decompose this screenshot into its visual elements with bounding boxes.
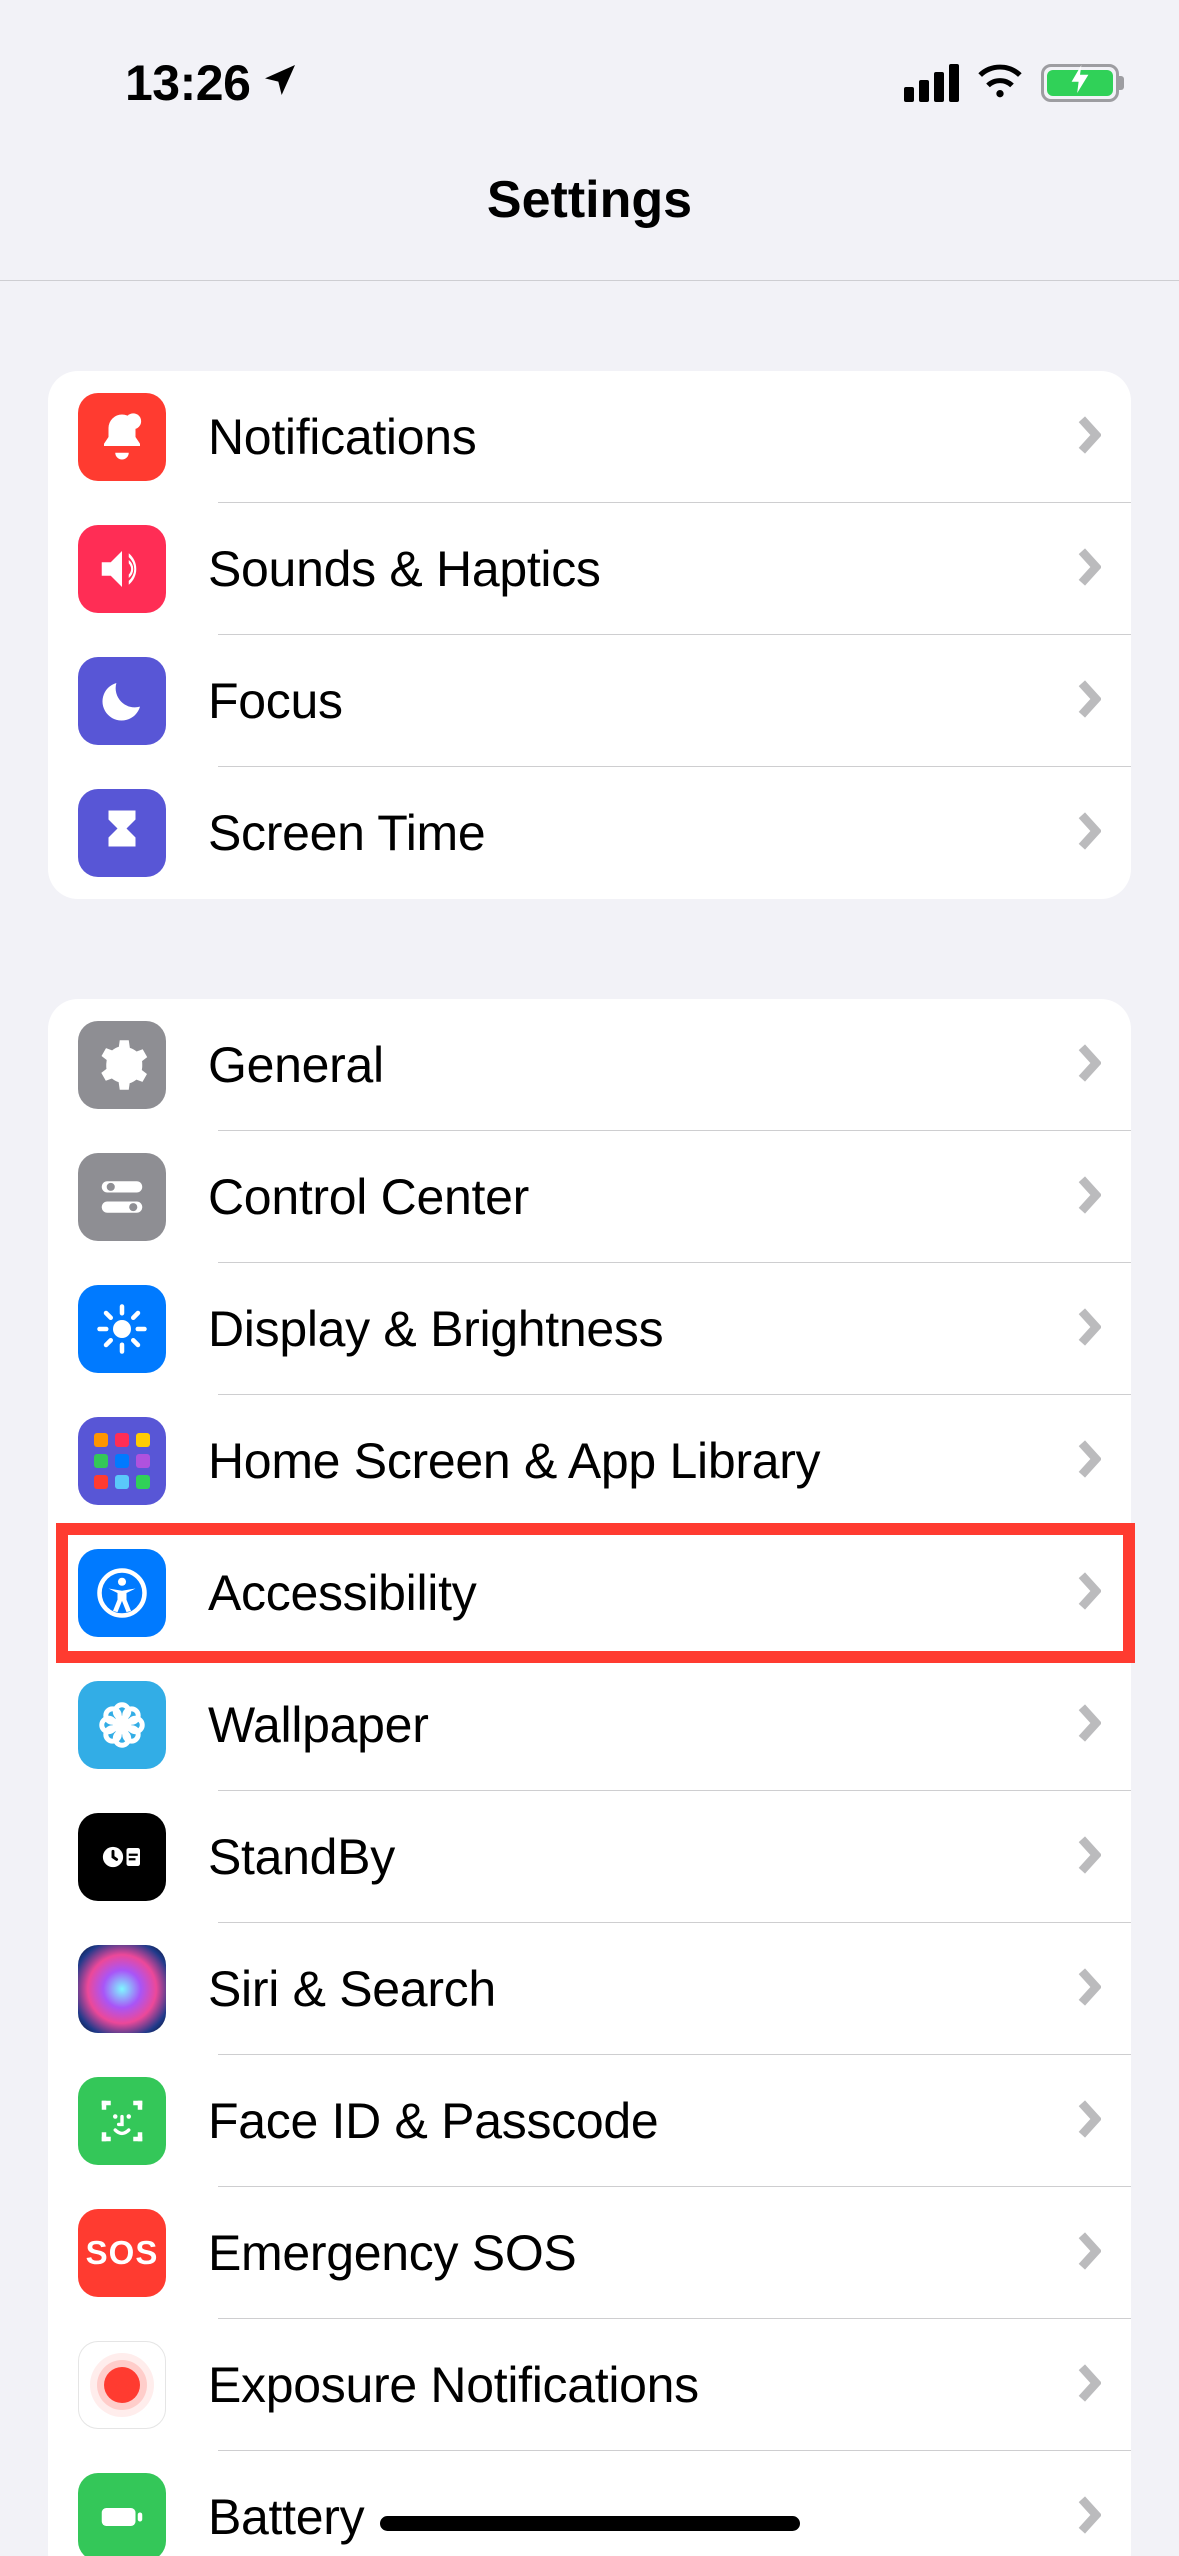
settings-group: Notifications Sounds & Haptics Focus Screen… <box>48 371 1131 899</box>
settings-row-sounds-haptics[interactable]: Sounds & Haptics <box>48 503 1131 635</box>
chevron-right-icon <box>1077 1439 1101 1484</box>
settings-row-focus[interactable]: Focus <box>48 635 1131 767</box>
chevron-right-icon <box>1077 2495 1101 2540</box>
settings-row-face-id[interactable]: Face ID & Passcode <box>48 2055 1131 2187</box>
chevron-right-icon <box>1077 1043 1101 1088</box>
accessibility-icon <box>78 1549 166 1637</box>
switches-icon <box>78 1153 166 1241</box>
settings-row-wallpaper[interactable]: Wallpaper <box>48 1659 1131 1791</box>
sun-icon <box>78 1285 166 1373</box>
settings-row-emergency-sos[interactable]: SOS Emergency SOS <box>48 2187 1131 2319</box>
apps-grid-icon <box>78 1417 166 1505</box>
siri-orb-icon <box>78 1945 166 2033</box>
settings-row-control-center[interactable]: Control Center <box>48 1131 1131 1263</box>
settings-row-accessibility[interactable]: Accessibility <box>48 1527 1131 1659</box>
flower-icon <box>78 1681 166 1769</box>
settings-row-label: Emergency SOS <box>208 2224 1077 2282</box>
chevron-right-icon <box>1077 1571 1101 1616</box>
page-title: Settings <box>0 130 1179 281</box>
chevron-right-icon <box>1077 1703 1101 1748</box>
settings-row-label: Exposure Notifications <box>208 2356 1077 2414</box>
settings-row-label: General <box>208 1036 1077 1094</box>
chevron-right-icon <box>1077 811 1101 856</box>
clock-card-icon <box>78 1813 166 1901</box>
status-bar-right <box>904 62 1119 103</box>
moon-icon <box>78 657 166 745</box>
settings-row-label: Control Center <box>208 1168 1077 1226</box>
bell-badge-icon <box>78 393 166 481</box>
exposure-icon <box>78 2341 166 2429</box>
chevron-right-icon <box>1077 1835 1101 1880</box>
settings-row-standby[interactable]: StandBy <box>48 1791 1131 1923</box>
settings-row-label: StandBy <box>208 1828 1077 1886</box>
settings-row-home-screen[interactable]: Home Screen & App Library <box>48 1395 1131 1527</box>
settings-row-label: Screen Time <box>208 804 1077 862</box>
home-indicator[interactable] <box>380 2516 800 2531</box>
sos-icon: SOS <box>78 2209 166 2297</box>
settings-row-label: Sounds & Haptics <box>208 540 1077 598</box>
wifi-icon <box>977 62 1023 103</box>
settings-row-battery[interactable]: Battery <box>48 2451 1131 2556</box>
chevron-right-icon <box>1077 547 1101 592</box>
settings-row-siri-search[interactable]: Siri & Search <box>48 1923 1131 2055</box>
chevron-right-icon <box>1077 1967 1101 2012</box>
settings-row-label: Display & Brightness <box>208 1300 1077 1358</box>
chevron-right-icon <box>1077 2231 1101 2276</box>
settings-row-label: Face ID & Passcode <box>208 2092 1077 2150</box>
status-bar-left: 13:26 <box>125 54 300 112</box>
chevron-right-icon <box>1077 2099 1101 2144</box>
settings-group: General Control Center Display & Brightnes… <box>48 999 1131 2556</box>
settings-row-exposure[interactable]: Exposure Notifications <box>48 2319 1131 2451</box>
settings-scroll-area[interactable]: Notifications Sounds & Haptics Focus Screen… <box>0 371 1179 2556</box>
chevron-right-icon <box>1077 415 1101 460</box>
settings-row-label: Wallpaper <box>208 1696 1077 1754</box>
settings-row-notifications[interactable]: Notifications <box>48 371 1131 503</box>
settings-row-label: Focus <box>208 672 1077 730</box>
status-bar: 13:26 <box>0 0 1179 130</box>
settings-row-label: Home Screen & App Library <box>208 1432 1077 1490</box>
cellular-signal-icon <box>904 64 959 102</box>
chevron-right-icon <box>1077 1175 1101 1220</box>
settings-row-display-brightness[interactable]: Display & Brightness <box>48 1263 1131 1395</box>
settings-row-general[interactable]: General <box>48 999 1131 1131</box>
gear-icon <box>78 1021 166 1109</box>
speaker-wave-icon <box>78 525 166 613</box>
battery-charging-icon <box>1041 64 1119 102</box>
battery-icon <box>78 2473 166 2556</box>
settings-row-screen-time[interactable]: Screen Time <box>48 767 1131 899</box>
settings-row-label: Notifications <box>208 408 1077 466</box>
settings-row-label: Siri & Search <box>208 1960 1077 2018</box>
location-arrow-icon <box>260 54 300 112</box>
hourglass-icon <box>78 789 166 877</box>
status-time: 13:26 <box>125 54 250 112</box>
face-id-icon <box>78 2077 166 2165</box>
chevron-right-icon <box>1077 679 1101 724</box>
chevron-right-icon <box>1077 1307 1101 1352</box>
settings-row-label: Accessibility <box>208 1564 1077 1622</box>
chevron-right-icon <box>1077 2363 1101 2408</box>
